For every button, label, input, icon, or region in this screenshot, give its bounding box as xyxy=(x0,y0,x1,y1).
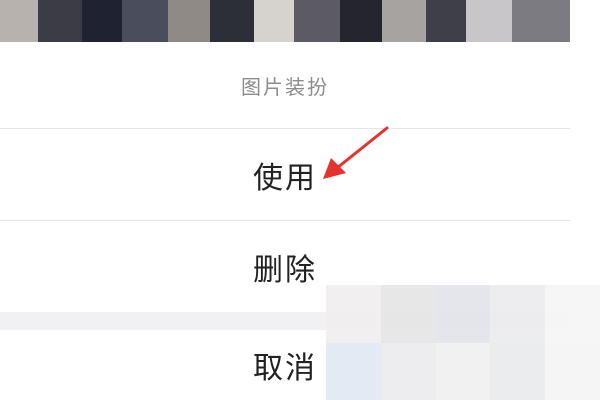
screen: 图片装扮 使用 删除 取消 xyxy=(0,0,600,400)
use-button[interactable]: 使用 xyxy=(0,129,570,220)
photo-preview-strip xyxy=(0,0,570,42)
red-arrow-pointer-icon xyxy=(323,126,389,179)
pixelated-overlay xyxy=(326,285,600,400)
action-sheet-title: 图片装扮 xyxy=(241,74,329,99)
